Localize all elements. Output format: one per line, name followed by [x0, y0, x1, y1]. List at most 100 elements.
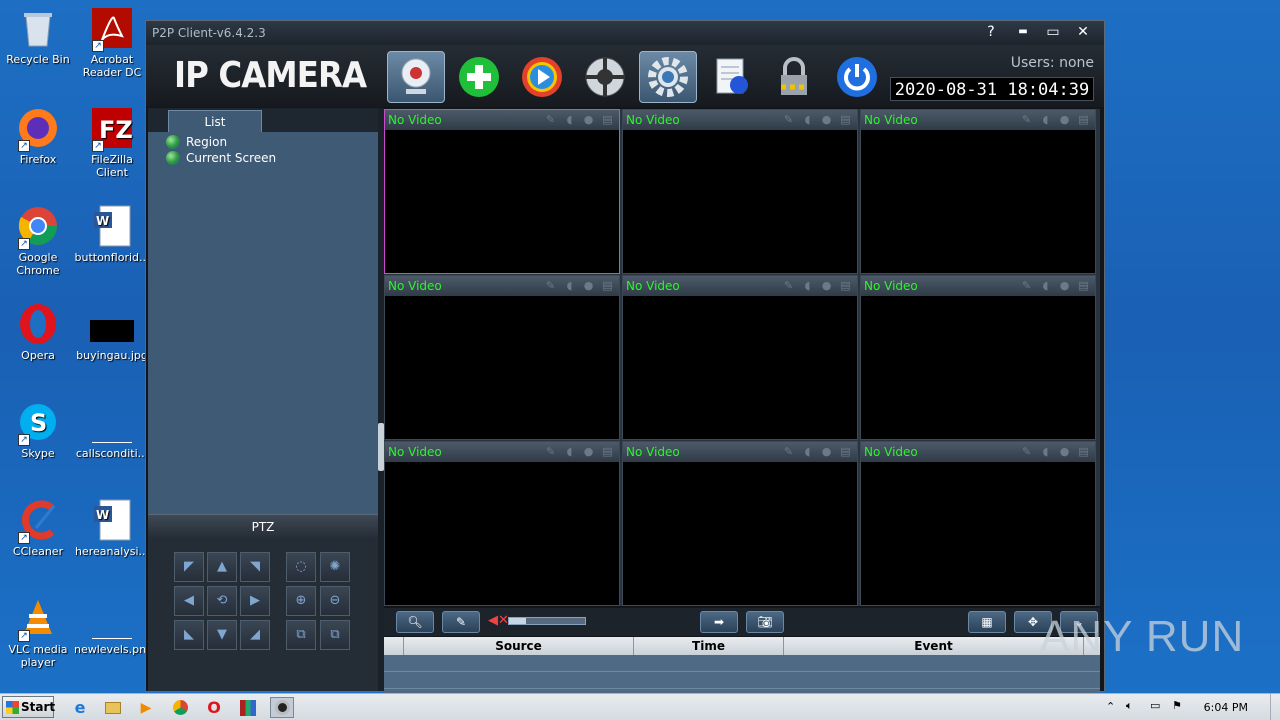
record-icon[interactable]: ● [819, 445, 834, 459]
ptz-left-button[interactable]: ◀ [174, 586, 204, 616]
video-cell[interactable]: No Video ✎ ◖ ● ▤ [384, 441, 620, 606]
record-icon[interactable]: ● [819, 113, 834, 127]
tab-list[interactable]: List [168, 110, 262, 132]
speaker-icon[interactable]: ◖ [1038, 279, 1053, 293]
log-button[interactable] [702, 51, 760, 103]
ptz-right-button[interactable]: ▶ [240, 586, 270, 616]
maximize-button[interactable]: ▭ [1038, 23, 1068, 43]
taskbar-media-player[interactable]: ▶ [134, 697, 158, 718]
record-icon[interactable]: ● [581, 445, 596, 459]
desktop-icon-newlevels[interactable]: newlevels.png [74, 596, 153, 656]
taskbar-opera[interactable]: O [202, 697, 226, 718]
clock[interactable]: 6:04 PM [1204, 701, 1248, 714]
video-cell[interactable]: No Video ✎ ◖ ● ▤ [622, 275, 858, 440]
focus-near-button[interactable]: ⧉ [286, 620, 316, 650]
desktop-icon-ccleaner[interactable]: ↗ CCleaner [0, 498, 76, 558]
desktop-icon-buyingau[interactable]: buyingau.jpg [74, 302, 150, 362]
tree-item-current-screen[interactable]: Current Screen [166, 150, 360, 166]
close-video-icon[interactable]: ▤ [1076, 279, 1091, 293]
mic-icon[interactable]: ✎ [781, 445, 796, 459]
video-cell[interactable]: No Video ✎ ◖ ● ▤ [384, 109, 620, 274]
mute-icon[interactable]: ◀✕ [488, 613, 509, 628]
mic-icon[interactable]: ✎ [543, 445, 558, 459]
ptz-down-left-button[interactable]: ◣ [174, 620, 204, 650]
video-cell[interactable]: No Video ✎ ◖ ● ▤ [860, 109, 1096, 274]
title-bar[interactable]: P2P Client-v6.4.2.3 ? ▬ ▭ ✕ [146, 21, 1104, 45]
ptz-auto-rotate-button[interactable]: ⟲ [207, 586, 237, 616]
record-all-button[interactable]: ➡ [700, 611, 738, 633]
mic-icon[interactable]: ✎ [1019, 445, 1034, 459]
column-event[interactable]: Event [784, 637, 1084, 655]
volume-slider[interactable] [508, 617, 586, 625]
column-time[interactable]: Time [634, 637, 784, 655]
close-video-icon[interactable]: ▤ [1076, 445, 1091, 459]
speaker-icon[interactable]: ◖ [1038, 445, 1053, 459]
taskbar-explorer[interactable] [101, 697, 125, 718]
record-icon[interactable]: ● [1057, 445, 1072, 459]
live-view-button[interactable] [387, 51, 445, 103]
desktop-icon-word-doc-2[interactable]: W hereanalysi... [74, 498, 150, 558]
speaker-icon[interactable]: ◖ [800, 113, 815, 127]
desktop-icon-vlc[interactable]: ↗ VLC media player [0, 596, 76, 669]
settings-button[interactable] [639, 51, 697, 103]
layout-grid-button[interactable]: ▦ [968, 611, 1006, 633]
playback-button[interactable] [513, 51, 571, 103]
speaker-icon[interactable]: ◖ [800, 279, 815, 293]
exit-button[interactable] [828, 51, 886, 103]
record-icon[interactable]: ● [1057, 279, 1072, 293]
mic-icon[interactable]: ✎ [781, 279, 796, 293]
desktop-icon-skype[interactable]: S ↗ Skype [0, 400, 76, 460]
zoom-out-button[interactable]: ⊖ [320, 586, 350, 616]
digital-zoom-button[interactable]: 🔍︎ [396, 611, 434, 633]
ptz-header[interactable]: PTZ [148, 514, 378, 538]
desktop-icon-word-doc-1[interactable]: W buttonflorid... [74, 204, 150, 264]
record-icon[interactable]: ● [1057, 113, 1072, 127]
mic-icon[interactable]: ✎ [1019, 113, 1034, 127]
video-cell[interactable]: No Video ✎ ◖ ● ▤ [860, 275, 1096, 440]
desktop-icon-chrome[interactable]: ↗ Google Chrome [0, 204, 76, 277]
add-device-button[interactable] [450, 51, 508, 103]
close-video-icon[interactable]: ▤ [1076, 113, 1091, 127]
mic-icon[interactable]: ✎ [543, 279, 558, 293]
desktop-icon-acrobat[interactable]: ↗ Acrobat Reader DC [74, 6, 150, 79]
video-cell[interactable]: No Video ✎ ◖ ● ▤ [384, 275, 620, 440]
close-video-icon[interactable]: ▤ [838, 445, 853, 459]
video-cell[interactable]: No Video ✎ ◖ ● ▤ [622, 441, 858, 606]
ptz-control-button[interactable] [576, 51, 634, 103]
desktop-icon-firefox[interactable]: ↗ Firefox [0, 106, 76, 166]
desktop-icon-callsconditi[interactable]: callsconditi... [74, 400, 150, 460]
desktop-icon-filezilla[interactable]: FZ ↗ FileZilla Client [74, 106, 150, 179]
start-button[interactable]: Start [2, 696, 55, 718]
help-button[interactable]: ? [976, 23, 1006, 43]
show-desktop-button[interactable] [1270, 694, 1280, 720]
mic-icon[interactable]: ✎ [781, 113, 796, 127]
taskbar-ie[interactable]: e [68, 697, 92, 718]
speaker-icon[interactable]: ◖ [562, 445, 577, 459]
record-icon[interactable]: ● [581, 113, 596, 127]
close-video-icon[interactable]: ▤ [838, 113, 853, 127]
tree-item-region[interactable]: Region [166, 134, 360, 150]
mic-icon[interactable]: ✎ [543, 113, 558, 127]
desktop-icon-recycle-bin[interactable]: Recycle Bin [0, 6, 76, 66]
video-cell[interactable]: No Video ✎ ◖ ● ▤ [622, 109, 858, 274]
ptz-up-button[interactable]: ▲ [207, 552, 237, 582]
ptz-up-right-button[interactable]: ◥ [240, 552, 270, 582]
talk-button[interactable]: ✎ [442, 611, 480, 633]
ptz-down-right-button[interactable]: ◢ [240, 620, 270, 650]
speaker-icon[interactable]: ◖ [800, 445, 815, 459]
snapshot-button[interactable]: 📷︎ [746, 611, 784, 633]
close-video-icon[interactable]: ▤ [600, 113, 615, 127]
desktop-icon-opera[interactable]: Opera [0, 302, 76, 362]
ptz-up-left-button[interactable]: ◤ [174, 552, 204, 582]
focus-far-button[interactable]: ⧉ [320, 620, 350, 650]
speaker-icon[interactable]: ◖ [562, 113, 577, 127]
close-video-icon[interactable]: ▤ [838, 279, 853, 293]
column-source[interactable]: Source [404, 637, 634, 655]
lock-button[interactable] [765, 51, 823, 103]
show-hidden-icons[interactable]: ⌃ [1106, 700, 1115, 713]
close-video-icon[interactable]: ▤ [600, 279, 615, 293]
zoom-in-button[interactable]: ⊕ [286, 586, 316, 616]
speaker-icon[interactable]: ◖ [1038, 113, 1053, 127]
mic-icon[interactable]: ✎ [1019, 279, 1034, 293]
video-cell[interactable]: No Video ✎ ◖ ● ▤ [860, 441, 1096, 606]
